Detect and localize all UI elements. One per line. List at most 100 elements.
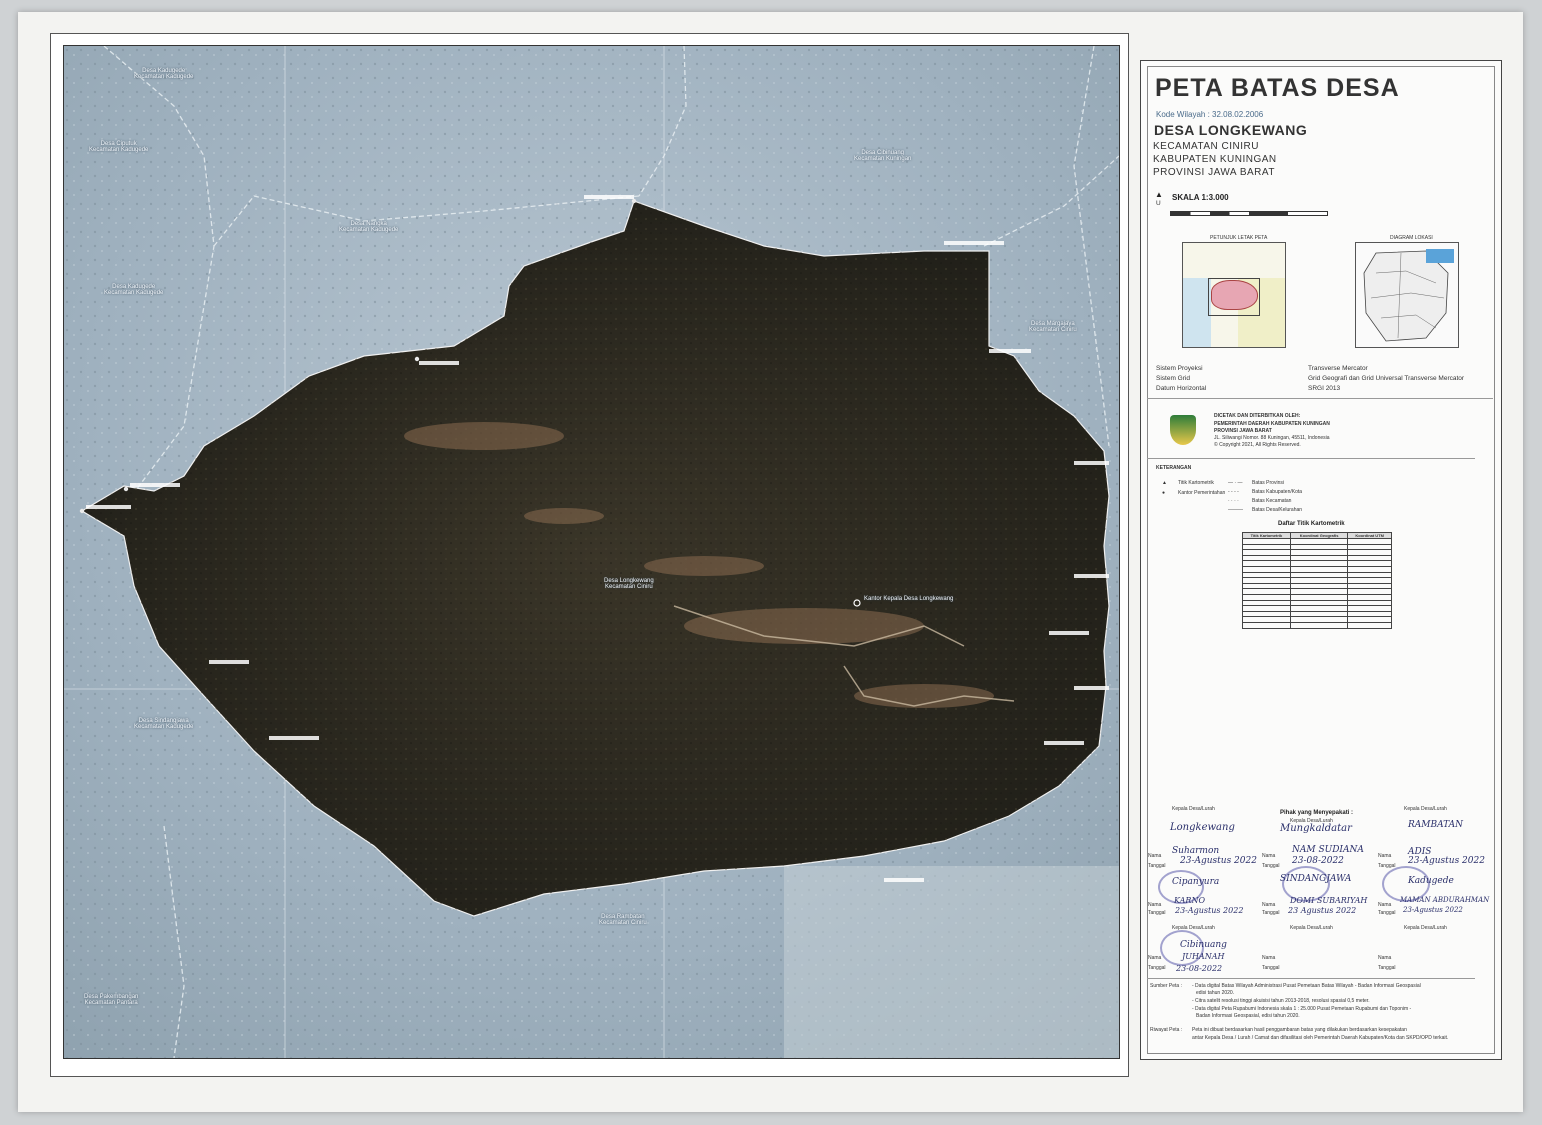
map-label-kantor-desa[interactable]: Kantor Kepala Desa Longkewang <box>864 596 953 602</box>
inset-right-title: DIAGRAM LOKASI <box>1390 235 1433 241</box>
kepala-label-9: Kepala Desa/Lurah <box>1404 925 1447 931</box>
divider-2 <box>1147 458 1475 459</box>
satellite-map[interactable]: Desa Kadugede Kecamatan Kadugede Desa Cip… <box>63 45 1120 1059</box>
kepala-label-1: Kepala Desa/Lurah <box>1172 806 1215 812</box>
nama-label-5: Nama <box>1262 902 1276 908</box>
nama-label-3: Nama <box>1378 853 1392 859</box>
tanggal-label-8: Tanggal <box>1262 965 1280 971</box>
nama-label-7: Nama <box>1148 955 1162 961</box>
kuningan-logo <box>1170 415 1196 445</box>
nama-label-8: Nama <box>1262 955 1276 961</box>
legend-line-2: - - - - <box>1228 489 1239 495</box>
nama-label-2: Nama <box>1262 853 1276 859</box>
signer-date-1: 23-Agustus 2022 <box>1180 856 1257 866</box>
proyeksi-label: Sistem Proyeksi <box>1156 365 1203 372</box>
signer-date-5: 23 Agustus 2022 <box>1288 906 1357 915</box>
map-label-kadugede-w: Desa Kadugede Kecamatan Kadugede <box>104 284 164 296</box>
tanggal-label-2: Tanggal <box>1262 863 1280 869</box>
map-label-longkewang: Desa Longkewang Kecamatan Ciniru <box>604 578 654 590</box>
signer-name-2: NAM SUDIANA <box>1292 845 1364 855</box>
signer-date-7: 23-08-2022 <box>1176 964 1223 973</box>
signer-village-4: Cipanyura <box>1172 877 1220 887</box>
map-label-ciputuk: Desa Ciputuk Kecamatan Kadugede <box>89 141 149 153</box>
riwayat-label: Riwayat Peta : <box>1150 1027 1183 1033</box>
village-name: DESA LONGKEWANG <box>1154 122 1308 138</box>
scale-label: SKALA 1:3.000 <box>1172 193 1229 202</box>
signer-date-6: 23-Agustus 2022 <box>1403 906 1463 914</box>
kartometrik-table: Titik Kartometrik Koordinat Geografis Koor… <box>1242 532 1392 629</box>
daftar-title: Daftar Titik Kartometrik <box>1278 521 1345 527</box>
signer-date-3: 23-Agustus 2022 <box>1408 856 1485 866</box>
datum-value: SRGI 2013 <box>1308 385 1341 392</box>
map-title: PETA BATAS DESA <box>1155 74 1400 102</box>
divider <box>1147 398 1493 399</box>
pihak-title: Pihak yang Menyepakati : <box>1280 810 1354 816</box>
sumber-1b: edisi tahun 2020. <box>1196 990 1235 996</box>
grid-value: Grid Geografi dan Grid Universal Transve… <box>1308 375 1465 382</box>
sumber-label: Sumber Peta : <box>1150 983 1182 989</box>
map-label-cibinuang: Desa Cibinuang Kecamatan Kuningan <box>854 150 912 162</box>
legend-line-3: · · · · <box>1228 498 1239 504</box>
inset-location-map <box>1182 242 1286 348</box>
kabupaten: KABUPATEN KUNINGAN <box>1153 154 1277 165</box>
legend-line-1: — · — <box>1228 480 1243 486</box>
legend-left-2: Kantor Pemerintahan <box>1178 490 1226 496</box>
divider-3 <box>1147 978 1475 979</box>
signer-village-5: SINDANGJAWA <box>1280 874 1352 884</box>
tanggal-label-9: Tanggal <box>1378 965 1396 971</box>
publisher-3: PROVINSI JAWA BARAT <box>1214 428 1272 434</box>
legend-right-1: Batas Provinsi <box>1252 480 1284 486</box>
tanggal-label-5: Tanggal <box>1262 910 1280 916</box>
sumber-1: - Data digital Batas Wilayah Administras… <box>1192 983 1421 989</box>
nama-label-9: Nama <box>1378 955 1392 961</box>
datum-label: Datum Horizontal <box>1156 385 1207 392</box>
publisher-4: JL. Siliwangi Nomor. 88 Kuningan, 45511,… <box>1214 435 1330 441</box>
sumber-3: - Data digital Peta Rupabumi Indonesia s… <box>1192 1006 1412 1012</box>
nama-label-1: Nama <box>1148 853 1162 859</box>
map-label-pakembangan: Desa Pakembangan Kecamatan Pantara <box>84 994 139 1006</box>
map-label-nangka: Desa Nangka Kecamatan Kadugede <box>339 221 399 233</box>
signer-village-1: Longkewang <box>1170 822 1235 833</box>
inset-diagram-map <box>1355 242 1459 348</box>
publisher-1: DICETAK DAN DITERBITKAN OLEH: <box>1214 413 1301 419</box>
signer-date-2: 23-08-2022 <box>1292 856 1344 866</box>
publisher-2: PEMERINTAH DAERAH KABUPATEN KUNINGAN <box>1214 421 1330 427</box>
signer-village-7: Cibinuang <box>1180 940 1227 950</box>
satellite-imagery <box>64 46 1119 1058</box>
signer-village-2: Mungkaldatar <box>1280 823 1352 834</box>
kode-wilayah: Kode Wilayah : 32.08.02.2006 <box>1156 110 1264 119</box>
map-label-sindangjawa: Desa Sindangjawa Kecamatan Kadugede <box>134 718 194 730</box>
tanggal-label-1: Tanggal <box>1148 863 1166 869</box>
signer-name-7: JUHANAH <box>1182 952 1225 961</box>
tanggal-label-7: Tanggal <box>1148 965 1166 971</box>
nama-label-6: Nama <box>1378 902 1392 908</box>
signer-date-4: 23-Agustus 2022 <box>1175 906 1244 915</box>
north-arrow-icon: ▲ <box>1155 190 1163 199</box>
legend-right-4: Batas Desa/Kelurahan <box>1252 507 1303 513</box>
riwayat-1: Peta ini dibuat berdasarkan hasil pengga… <box>1192 1027 1407 1033</box>
signer-village-6: Kadugede <box>1408 876 1454 886</box>
proyeksi-value: Transverse Mercator <box>1308 365 1368 372</box>
kecamatan: KECAMATAN CINIRU <box>1153 141 1259 152</box>
legend-left-1: Titik Kartometrik <box>1178 480 1214 486</box>
inset-left-title: PETUNJUK LETAK PETA <box>1210 235 1268 241</box>
legend-office-icon: ● <box>1162 490 1166 496</box>
riwayat-2: antar Kepala Desa / Lurah / Camat dan di… <box>1192 1035 1449 1041</box>
map-label-kadugede-n: Desa Kadugede Kecamatan Kadugede <box>134 68 194 80</box>
legend-right-3: Batas Kecamatan <box>1252 498 1292 504</box>
grid-label: Sistem Grid <box>1156 375 1190 382</box>
sumber-2: - Citra satelit resolusi tinggi akuisisi… <box>1192 998 1370 1004</box>
legend-line-4: ——— <box>1228 507 1243 513</box>
sumber-3b: Badan Informasi Geospasial, edisi tahun … <box>1196 1013 1300 1019</box>
signer-name-4: KARNO <box>1174 896 1206 905</box>
nama-label-4: Nama <box>1148 902 1162 908</box>
map-label-margajaya: Desa Margajaya Kecamatan Ciniru <box>1029 321 1077 333</box>
keterangan-title: KETERANGAN <box>1156 465 1192 471</box>
signer-name-5: DOMI SUBARIYAH <box>1290 896 1368 905</box>
tanggal-label-4: Tanggal <box>1148 910 1166 916</box>
legend-point-icon: ▲ <box>1162 480 1167 486</box>
provinsi: PROVINSI JAWA BARAT <box>1153 167 1275 178</box>
publisher-5: © Copyright 2021, All Rights Reserved. <box>1214 442 1301 448</box>
signer-name-6: MAMAN ABDURAHMAN <box>1400 896 1490 904</box>
kepala-label-3: Kepala Desa/Lurah <box>1404 806 1447 812</box>
